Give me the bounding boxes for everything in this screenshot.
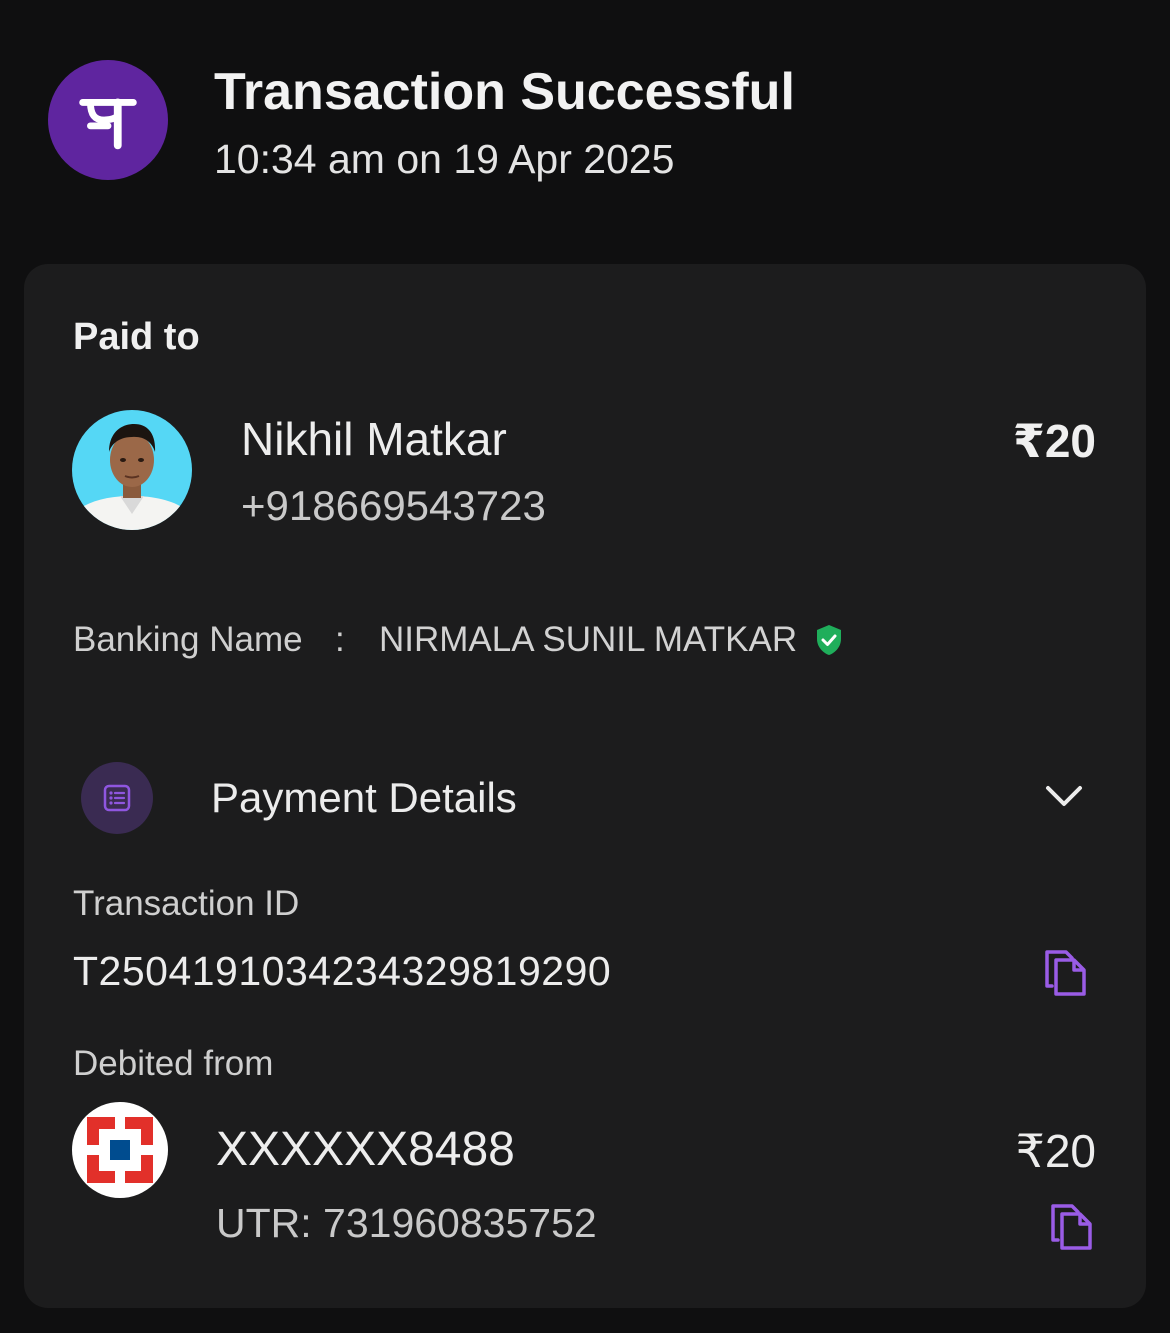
receipt-list-icon (81, 762, 153, 834)
banking-name-separator: : (335, 620, 345, 659)
payee-name: Nikhil Matkar (241, 413, 507, 465)
debited-amount: ₹20 (1015, 1125, 1096, 1177)
banking-name-row: Banking Name : NIRMALA SUNIL MATKAR (73, 620, 843, 660)
payee-avatar[interactable] (72, 410, 192, 530)
payment-details-toggle[interactable]: Payment Details (211, 774, 517, 822)
phonepe-logo-icon (48, 60, 168, 180)
paid-amount: ₹20 (1012, 415, 1096, 467)
copy-utr-icon[interactable] (1048, 1202, 1094, 1252)
verified-shield-icon (815, 624, 843, 656)
payee-phone: +918669543723 (241, 482, 546, 529)
copy-transaction-id-icon[interactable] (1042, 948, 1088, 998)
paid-to-label: Paid to (73, 316, 200, 358)
transaction-id-label: Transaction ID (73, 884, 300, 923)
header: Transaction Successful 10:34 am on 19 Ap… (0, 0, 1170, 240)
chevron-down-icon[interactable] (1040, 776, 1088, 816)
transaction-timestamp: 10:34 am on 19 Apr 2025 (214, 136, 675, 182)
transaction-id-value: T2504191034234329819290 (73, 948, 612, 994)
banking-name-label: Banking Name (73, 620, 303, 659)
page-title: Transaction Successful (214, 63, 795, 121)
transaction-card: Paid to Nikhil Matkar +918669543723 ₹20 … (24, 264, 1146, 1308)
banking-name-value: NIRMALA SUNIL MATKAR (379, 620, 798, 659)
debit-account-number: XXXXXX8488 (216, 1123, 515, 1176)
utr-number: UTR: 731960835752 (216, 1200, 597, 1246)
debited-from-label: Debited from (73, 1044, 274, 1083)
hdfc-bank-logo-icon (72, 1102, 168, 1198)
